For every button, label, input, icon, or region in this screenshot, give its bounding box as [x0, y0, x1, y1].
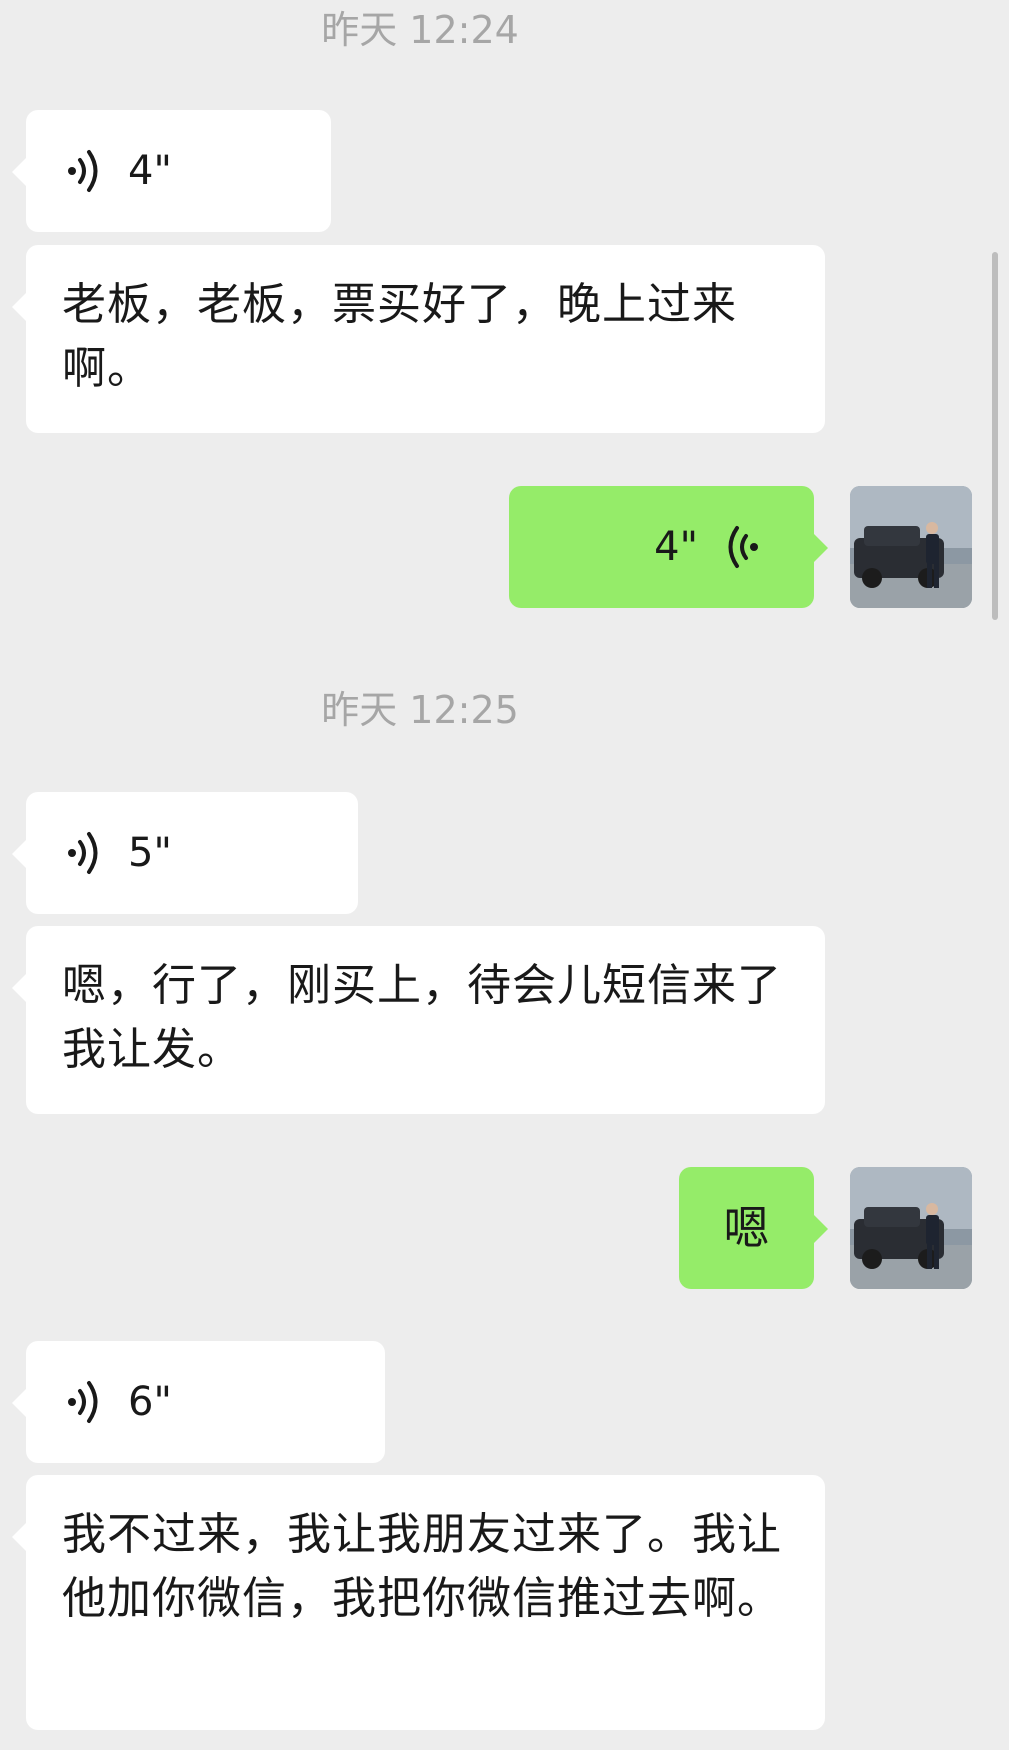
avatar[interactable] [850, 486, 972, 608]
voice-wave-icon [64, 828, 104, 878]
voice-wave-icon [64, 1377, 104, 1427]
timestamp: 昨天 12:24 [321, 8, 519, 52]
voice-message-outgoing[interactable]: 4" [509, 486, 828, 608]
text-message-incoming[interactable]: 我不过来，我让我朋友过来了。我让他加你微信，我把你微信推过去啊。 [12, 1475, 825, 1730]
text-message-incoming[interactable]: 老板，老板，票买好了，晚上过来啊。 [12, 245, 825, 433]
message-text: 嗯 [723, 1201, 770, 1255]
voice-message-incoming[interactable]: 4" [12, 110, 331, 232]
voice-duration: 4" [128, 148, 172, 194]
text-message-incoming[interactable]: 嗯，行了，刚买上，待会儿短信来了我让发。 [12, 926, 825, 1114]
voice-duration: 4" [654, 524, 698, 570]
voice-wave-icon [64, 146, 104, 196]
timestamp: 昨天 12:25 [321, 688, 519, 732]
voice-wave-icon [722, 522, 762, 572]
voice-duration: 5" [128, 830, 172, 876]
voice-message-incoming[interactable]: 6" [12, 1341, 385, 1463]
text-message-outgoing[interactable]: 嗯 [679, 1167, 828, 1289]
scrollbar[interactable] [992, 252, 998, 620]
avatar[interactable] [850, 1167, 972, 1289]
voice-message-incoming[interactable]: 5" [12, 792, 358, 914]
voice-duration: 6" [128, 1379, 172, 1425]
